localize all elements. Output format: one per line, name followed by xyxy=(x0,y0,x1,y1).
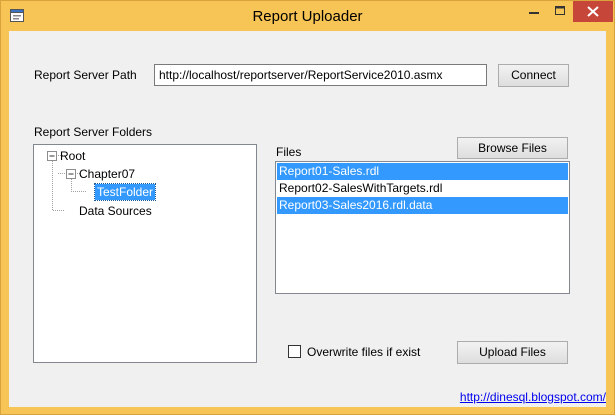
chapter07-collapse-icon[interactable] xyxy=(66,169,77,180)
minimize-button[interactable] xyxy=(521,1,547,22)
folders-label: Report Server Folders xyxy=(34,125,153,139)
title-bar[interactable]: Report Uploader xyxy=(1,1,614,31)
server-path-input[interactable]: http://localhost/reportserver/ReportServ… xyxy=(154,64,487,86)
overwrite-label[interactable]: Overwrite files if exist xyxy=(307,345,420,359)
minimize-icon xyxy=(529,12,539,14)
file-item-report03[interactable]: Report03-Sales2016.rdl.data xyxy=(277,197,568,214)
form-body: Report Server Path http://localhost/repo… xyxy=(9,31,606,407)
server-path-label: Report Server Path xyxy=(34,68,137,82)
file-item-report02[interactable]: Report02-SalesWithTargets.rdl xyxy=(277,180,568,197)
tree-node-testfolder[interactable]: TestFolder xyxy=(93,183,157,201)
close-button[interactable] xyxy=(573,1,613,22)
maximize-icon xyxy=(555,6,565,15)
tree-node-root[interactable]: Root xyxy=(58,148,87,164)
tree-node-chapter07[interactable]: Chapter07 xyxy=(77,166,137,182)
tree-node-data-sources[interactable]: Data Sources xyxy=(77,203,154,219)
close-icon xyxy=(587,6,599,17)
browse-files-button[interactable]: Browse Files xyxy=(457,137,568,159)
file-item-report01[interactable]: Report01-Sales.rdl xyxy=(277,163,568,180)
upload-files-button[interactable]: Upload Files xyxy=(457,341,568,364)
app-window: Report Uploader Report Server Path http:… xyxy=(0,0,615,415)
maximize-button[interactable] xyxy=(547,1,573,22)
files-list[interactable]: Report01-Sales.rdl Report02-SalesWithTar… xyxy=(275,161,570,294)
root-collapse-icon[interactable] xyxy=(47,151,58,162)
overwrite-checkbox[interactable] xyxy=(288,345,301,358)
connect-button[interactable]: Connect xyxy=(498,64,569,87)
footer-link[interactable]: http://dinesql.blogspot.com/ xyxy=(460,390,606,404)
folder-tree[interactable]: Root Chapter07 TestFolder Data Sources xyxy=(33,144,257,363)
files-label: Files xyxy=(276,145,302,159)
